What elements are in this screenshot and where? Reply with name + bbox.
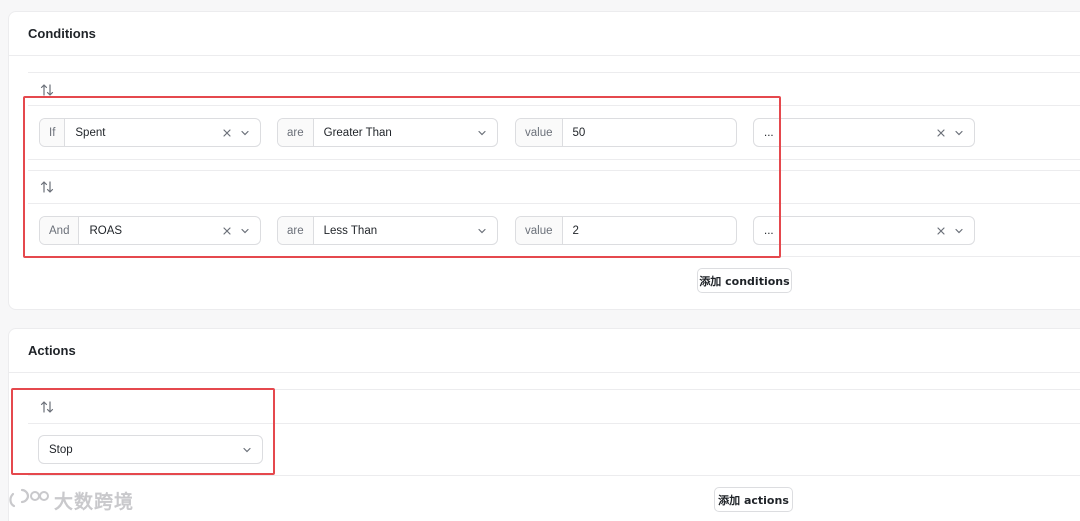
- divider: [28, 475, 1080, 476]
- operator-value: Greater Than: [323, 126, 392, 139]
- sort-icon[interactable]: [40, 83, 54, 97]
- add-actions-button[interactable]: 添加 actions: [714, 487, 793, 512]
- watermark-text: 大数跨境: [54, 491, 135, 513]
- value-prefix: value: [516, 119, 563, 146]
- chevron-down-icon[interactable]: [954, 128, 964, 138]
- chevron-down-icon[interactable]: [240, 128, 250, 138]
- chevron-down-icon[interactable]: [242, 445, 252, 455]
- actions-title: Actions: [9, 329, 1080, 373]
- actions-card: Actions: [8, 328, 1080, 521]
- sort-icon[interactable]: [40, 180, 54, 194]
- metric-select[interactable]: If Spent: [39, 118, 261, 147]
- extra-value: ...: [764, 224, 774, 237]
- clear-icon[interactable]: [222, 226, 232, 236]
- value-input[interactable]: value 50: [515, 118, 737, 147]
- operator-prefix: are: [278, 119, 314, 146]
- chevron-down-icon[interactable]: [477, 226, 487, 236]
- action-select[interactable]: Stop: [38, 435, 263, 464]
- metric-select[interactable]: And ROAS: [39, 216, 261, 245]
- divider: [28, 389, 1080, 390]
- divider: [28, 256, 1080, 257]
- divider: [28, 159, 1080, 160]
- conditions-card: Conditions: [8, 11, 1080, 310]
- operator-select[interactable]: are Greater Than: [277, 118, 498, 147]
- extra-select[interactable]: ...: [753, 118, 975, 147]
- connector-label: If: [40, 119, 66, 146]
- operator-prefix: are: [278, 217, 314, 244]
- divider: [28, 105, 1080, 106]
- chevron-down-icon[interactable]: [477, 128, 487, 138]
- action-value: Stop: [49, 443, 73, 456]
- divider: [28, 203, 1080, 204]
- metric-value: ROAS: [89, 224, 123, 237]
- divider: [28, 423, 1080, 424]
- divider: [28, 170, 1080, 171]
- clear-icon[interactable]: [936, 128, 946, 138]
- value-input[interactable]: value 2: [515, 216, 737, 245]
- extra-select[interactable]: ...: [753, 216, 975, 245]
- sort-icon[interactable]: [40, 400, 54, 414]
- divider: [28, 72, 1080, 73]
- value-prefix: value: [516, 217, 563, 244]
- value-text: 2: [572, 224, 579, 237]
- extra-value: ...: [764, 126, 774, 139]
- conditions-title: Conditions: [9, 12, 1080, 56]
- add-conditions-button[interactable]: 添加 conditions: [697, 268, 792, 293]
- watermark: 大数跨境: [8, 486, 134, 515]
- operator-value: Less Than: [323, 224, 378, 237]
- connector-label: And: [40, 217, 80, 244]
- metric-value: Spent: [75, 126, 106, 139]
- operator-select[interactable]: are Less Than: [277, 216, 498, 245]
- watermark-logo-icon: [8, 486, 50, 515]
- chevron-down-icon[interactable]: [240, 226, 250, 236]
- chevron-down-icon[interactable]: [954, 226, 964, 236]
- clear-icon[interactable]: [936, 226, 946, 236]
- value-text: 50: [572, 126, 586, 139]
- clear-icon[interactable]: [222, 128, 232, 138]
